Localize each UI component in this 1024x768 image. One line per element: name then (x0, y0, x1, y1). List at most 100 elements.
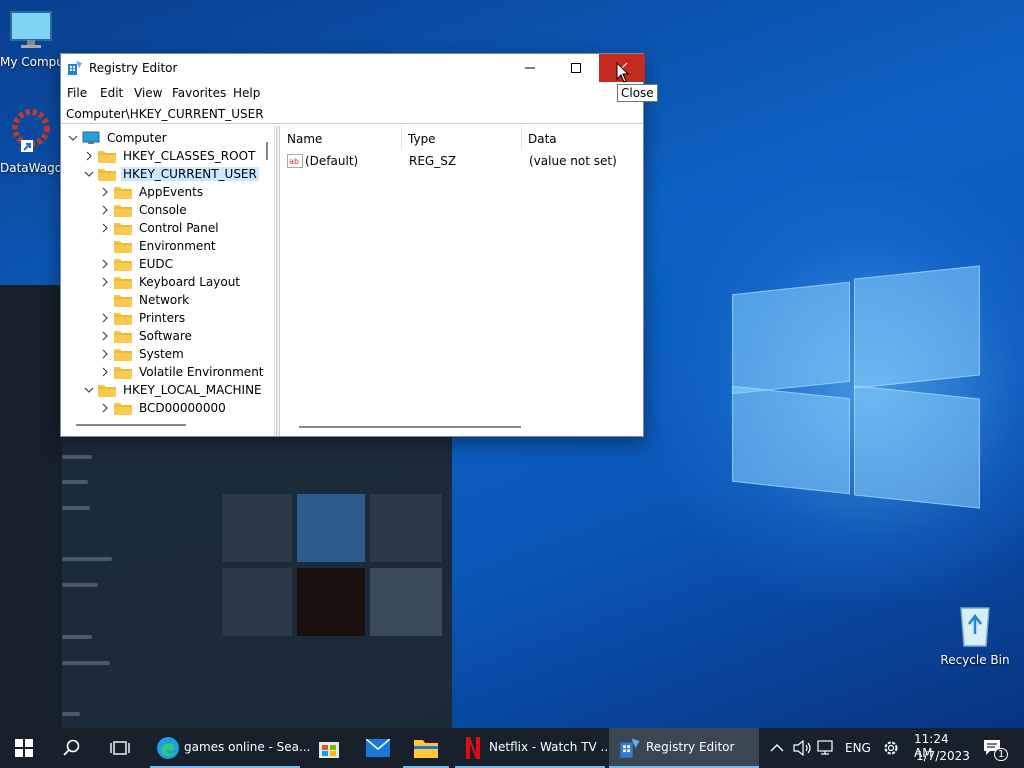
background-line (62, 557, 112, 561)
chevron-right-icon[interactable] (100, 223, 110, 233)
menu-edit[interactable]: Edit (100, 86, 123, 100)
window-title: Registry Editor (89, 61, 178, 75)
chevron-right-icon[interactable] (100, 187, 110, 197)
chevron-down-icon[interactable] (84, 385, 94, 395)
menu-help[interactable]: Help (233, 86, 260, 100)
tree-node-label: Network (139, 293, 190, 307)
tree-node-label: Keyboard Layout (139, 275, 241, 289)
windows-start-icon (15, 739, 33, 757)
string-value-icon: ab (287, 154, 303, 168)
pane-splitter[interactable] (276, 126, 280, 436)
address-path: Computer\HKEY_CURRENT_USER (66, 107, 264, 121)
menu-view[interactable]: View (134, 86, 162, 100)
chevron-down-icon[interactable] (84, 169, 94, 179)
show-hidden-icons-button[interactable] (766, 728, 788, 768)
tree-node-label: AppEvents (139, 185, 204, 199)
desktop-icon-my-computer[interactable]: My Computer (0, 10, 81, 69)
background-start-menu-strip (0, 285, 62, 728)
settings-button[interactable] (878, 728, 904, 768)
tree-node-label: Software (139, 329, 192, 343)
background-line (62, 635, 92, 639)
background-tile (370, 494, 442, 562)
taskbar: games online - Sea... Netflix - Watch TV… (0, 728, 1024, 768)
tree-node-label: EUDC (139, 257, 173, 271)
tree-vertical-scrollbar[interactable] (264, 126, 272, 426)
chevron-right-icon[interactable] (100, 205, 110, 215)
chevron-right-icon[interactable] (100, 259, 110, 269)
menu-file[interactable]: File (67, 86, 87, 100)
tree-node-label: Control Panel (139, 221, 219, 235)
background-line (62, 712, 80, 716)
folder-icon (114, 313, 132, 325)
menu-bar: File Edit View Favorites Help (61, 82, 643, 104)
title-bar[interactable]: Registry Editor (61, 54, 645, 82)
taskbar-item-netflix[interactable]: Netflix - Watch TV ... (455, 728, 612, 768)
background-tile (370, 568, 442, 636)
chevron-right-icon[interactable] (100, 277, 110, 287)
tree-node-label: Environment (139, 239, 216, 253)
netflix-icon (466, 737, 480, 759)
tree-pane[interactable]: Computer HKEY_CLASSES_ROOT HKEY_CURRENT_US… (62, 126, 275, 436)
chevron-right-icon[interactable] (100, 349, 110, 359)
values-horizontal-scrollbar[interactable] (299, 426, 521, 428)
minimize-button[interactable] (507, 54, 553, 82)
desktop-icon-datawagon[interactable]: DataWagon (0, 104, 70, 175)
tree-node-label: HKEY_CURRENT_USER (121, 167, 259, 181)
value-name: (Default) (305, 154, 359, 168)
chevron-right-icon[interactable] (100, 331, 110, 341)
address-bar[interactable]: Computer\HKEY_CURRENT_USER (61, 104, 643, 124)
column-header-type[interactable]: Type (402, 126, 522, 150)
taskbar-item-registry-editor[interactable]: Registry Editor (609, 728, 759, 768)
desktop-icon-label: DataWagon (0, 161, 70, 175)
speaker-icon (793, 740, 811, 756)
taskbar-mail-button[interactable] (355, 728, 401, 768)
minimize-icon (525, 67, 535, 69)
taskbar-explorer-button[interactable] (403, 728, 449, 768)
maximize-icon (571, 63, 581, 73)
desktop-icon-label: My Computer (0, 55, 81, 69)
task-view-button[interactable] (96, 728, 144, 768)
column-header-name[interactable]: Name (281, 126, 402, 150)
store-icon (319, 742, 339, 758)
folder-icon (114, 295, 132, 307)
folder-icon (114, 403, 132, 415)
taskbar-item-edge[interactable]: games online - Sea... (150, 728, 310, 768)
value-type: REG_SZ (409, 154, 457, 168)
taskbar-store-button[interactable] (306, 728, 352, 768)
network-button[interactable] (815, 728, 839, 768)
background-tile (297, 494, 365, 562)
chevron-up-icon (770, 744, 784, 752)
regedit-icon (620, 738, 640, 758)
volume-button[interactable] (790, 728, 814, 768)
registry-editor-window[interactable]: Registry Editor File Edit View Favorites… (60, 53, 645, 437)
desktop-icon-label: Recycle Bin (940, 653, 1010, 667)
chevron-right-icon[interactable] (100, 367, 110, 377)
folder-icon (114, 187, 132, 199)
background-line (62, 583, 98, 587)
start-button[interactable] (0, 728, 48, 768)
maximize-button[interactable] (553, 54, 599, 82)
tree-horizontal-scrollbar[interactable] (76, 424, 186, 426)
svg-text:ab: ab (289, 157, 299, 166)
folder-icon (114, 349, 132, 361)
notifications-button[interactable]: 1 (976, 728, 1024, 768)
chevron-down-icon[interactable] (68, 133, 78, 143)
column-header-data[interactable]: Data (522, 126, 643, 150)
search-button[interactable] (48, 728, 96, 768)
chevron-right-icon[interactable] (100, 313, 110, 323)
values-pane[interactable]: Name Type Data ab (Default) REG_SZ (valu… (281, 126, 643, 436)
background-tile (222, 568, 292, 636)
value-data: (value not set) (529, 154, 617, 168)
search-icon (63, 739, 80, 756)
chevron-right-icon[interactable] (100, 403, 110, 413)
folder-icon (114, 259, 132, 271)
clock[interactable]: 11:24 AM 1/7/2023 (908, 728, 970, 768)
regedit-icon (68, 61, 82, 75)
menu-favorites[interactable]: Favorites (172, 86, 226, 100)
background-line (62, 506, 90, 510)
mouse-cursor-icon (616, 62, 630, 83)
chevron-right-icon[interactable] (84, 151, 94, 161)
desktop-icon-recycle-bin[interactable]: Recycle Bin (940, 602, 1010, 667)
background-tile (297, 568, 365, 636)
language-indicator[interactable]: ENG (845, 741, 871, 755)
